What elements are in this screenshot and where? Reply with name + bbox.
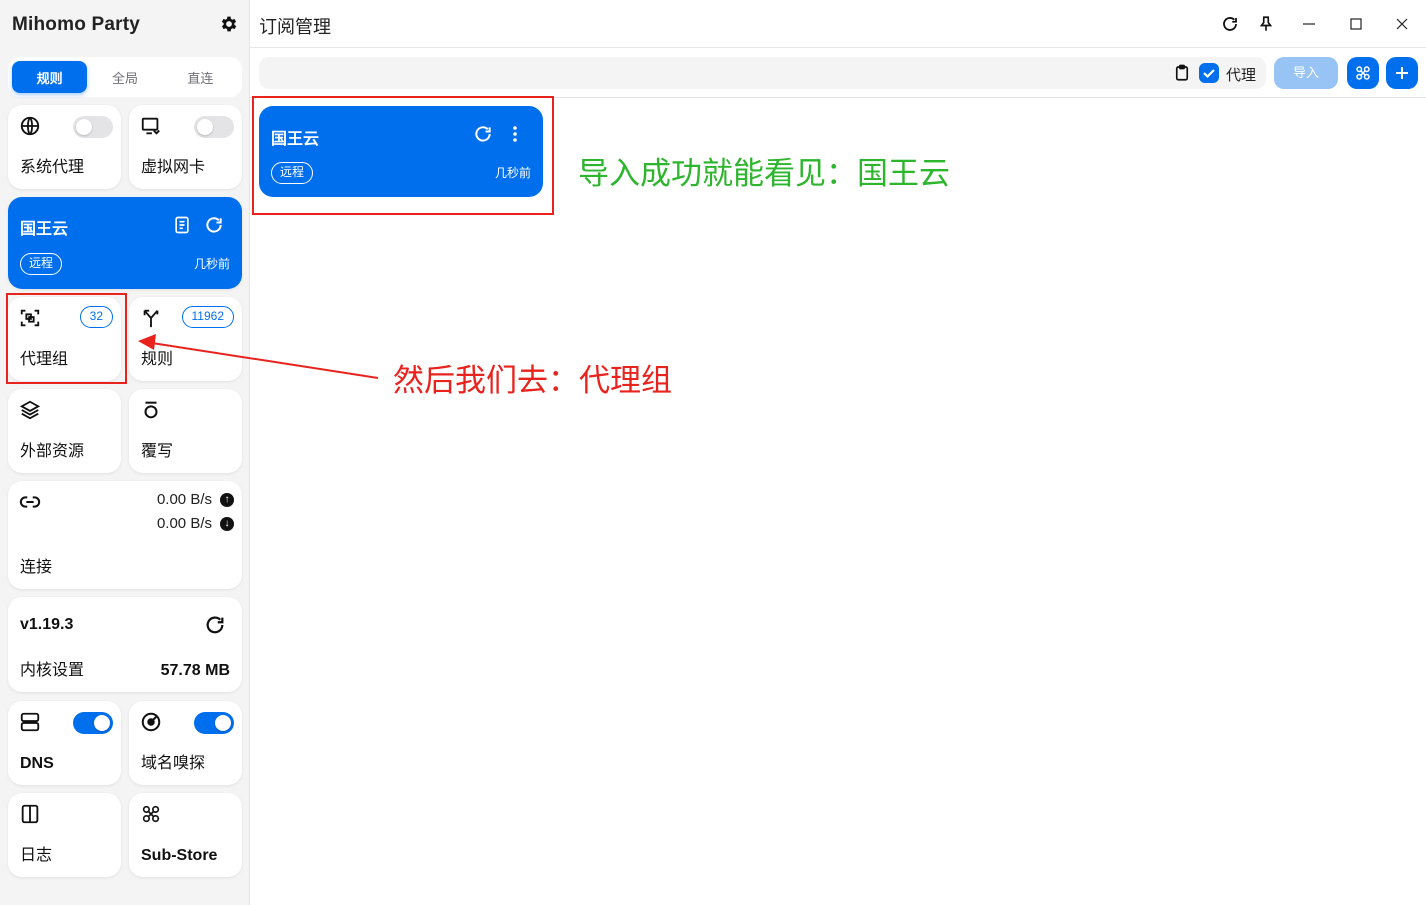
annotation-next-step-note: 然后我们去：代理组 [393, 363, 672, 399]
annotation-arrow [138, 334, 379, 379]
annotation-success-note: 导入成功就能看见：国王云 [578, 156, 950, 192]
